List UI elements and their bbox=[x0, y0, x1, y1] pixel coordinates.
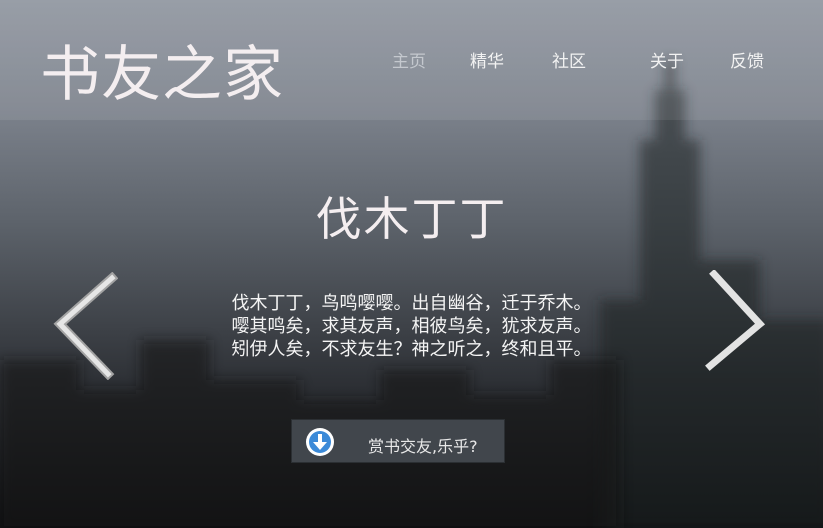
chevron-right-icon[interactable] bbox=[704, 270, 768, 372]
poem-line: 矧伊人矣，不求友生？神之听之，终和且平。 bbox=[231, 339, 592, 360]
poem-line: 嘤其鸣矣，求其友声，相彼鸟矣，犹求友声。 bbox=[231, 316, 592, 337]
nav-item-feedback[interactable]: 反馈 bbox=[730, 47, 764, 72]
poem-line: 伐木丁丁，鸟鸣嘤嘤。出自幽谷，迁于乔木。 bbox=[231, 293, 592, 314]
site-header: 书友之家 主页 精华 社区 关于 反馈 bbox=[0, 0, 823, 120]
nav-item-community[interactable]: 社区 bbox=[552, 47, 586, 72]
hero-poem: 伐木丁丁，鸟鸣嘤嘤。出自幽谷，迁于乔木。 嘤其鸣矣，求其友声，相彼鸟矣，犹求友声… bbox=[0, 292, 823, 361]
nav-item-home[interactable]: 主页 bbox=[392, 47, 426, 72]
main-nav: 主页 精华 社区 关于 反馈 bbox=[0, 47, 823, 72]
chevron-left-icon[interactable] bbox=[52, 272, 118, 380]
nav-item-about[interactable]: 关于 bbox=[650, 47, 684, 72]
enter-button-label: 赏书交友,乐乎? bbox=[368, 437, 478, 456]
nav-item-featured[interactable]: 精华 bbox=[470, 47, 504, 72]
enter-button[interactable]: 赏书交友,乐乎? bbox=[291, 419, 505, 463]
download-icon bbox=[306, 428, 334, 456]
hero-title: 伐木丁丁 bbox=[315, 192, 508, 246]
